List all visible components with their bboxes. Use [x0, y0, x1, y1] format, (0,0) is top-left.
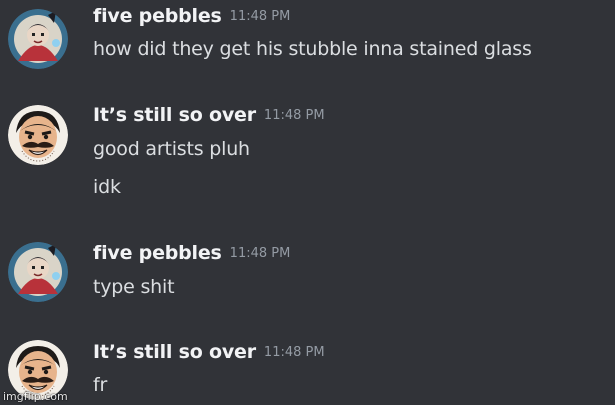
timestamp: 11:48 PM — [229, 246, 291, 261]
imgflip-watermark: imgflip.com — [3, 390, 68, 403]
username[interactable]: It’s still so over — [93, 341, 256, 363]
message-text: good artists pluh — [93, 138, 250, 160]
five-pebbles-avatar[interactable] — [8, 242, 68, 302]
timestamp: 11:48 PM — [263, 108, 325, 123]
username[interactable]: five pebbles — [93, 5, 222, 27]
chat-log: five pebbles 11:48 PM how did they get hi… — [0, 0, 615, 405]
username[interactable]: five pebbles — [93, 242, 222, 264]
username[interactable]: It’s still so over — [93, 104, 256, 126]
message-header: five pebbles 11:48 PM — [93, 5, 290, 31]
five-pebbles-avatar-icon — [8, 242, 68, 302]
message-header: five pebbles 11:48 PM — [93, 242, 290, 268]
message-header: It’s still so over 11:48 PM — [93, 104, 325, 130]
timestamp: 11:48 PM — [263, 345, 325, 360]
message-header: It’s still so over 11:48 PM — [93, 341, 325, 367]
message-text: type shit — [93, 276, 175, 298]
message-text: how did they get his stubble inna staine… — [93, 38, 532, 60]
message-text: idk — [93, 176, 121, 198]
timestamp: 11:48 PM — [229, 9, 291, 24]
message-text: fr — [93, 374, 108, 396]
mustache-man-avatar-icon — [8, 105, 68, 165]
five-pebbles-avatar[interactable] — [8, 9, 68, 69]
five-pebbles-avatar-icon — [8, 9, 68, 69]
mustache-man-avatar[interactable] — [8, 105, 68, 165]
